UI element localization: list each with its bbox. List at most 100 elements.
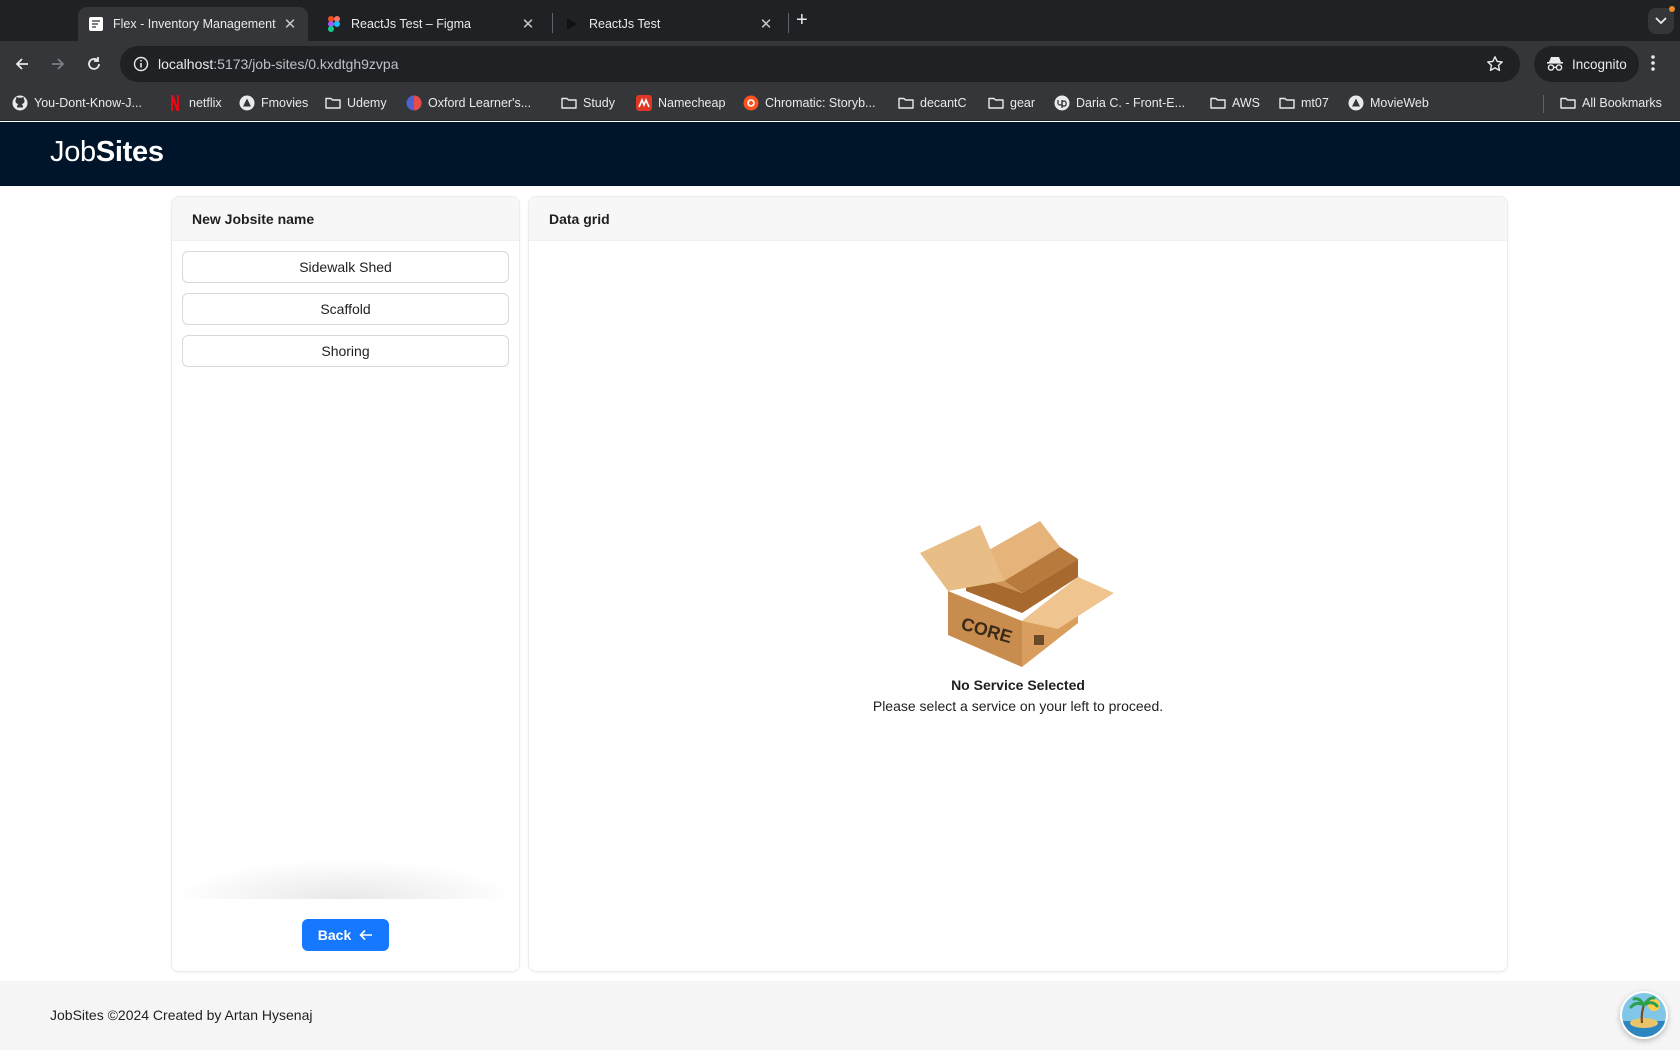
github-icon — [12, 95, 28, 111]
close-icon[interactable]: ✕ — [280, 15, 300, 33]
arrow-left-icon — [15, 58, 28, 70]
back-button-label: Back — [317, 927, 352, 943]
more-vertical-icon — [1651, 55, 1655, 71]
bookmark-item[interactable]: AWS — [1210, 95, 1260, 111]
back-nav-button[interactable] — [7, 49, 37, 79]
bookmark-label: AWS — [1232, 96, 1261, 110]
bookmark-item[interactable]: Fmovies — [239, 95, 308, 111]
all-bookmarks-button[interactable]: All Bookmarks — [1560, 95, 1662, 111]
service-panel-title: New Jobsite name — [172, 197, 519, 241]
oxford-icon — [406, 95, 422, 111]
folder-icon — [1210, 95, 1226, 111]
notification-dot — [1669, 6, 1675, 12]
bookmark-label: You-Dont-Know-J... — [34, 96, 142, 110]
browser-tab-figma[interactable]: ReactJs Test – Figma ✕ — [316, 7, 546, 41]
bookmark-item[interactable]: Chromatic: Storyb... — [743, 95, 875, 111]
service-button-shoring[interactable]: Shoring — [182, 335, 509, 367]
bookmark-label: Study — [583, 96, 615, 110]
folder-icon — [1560, 95, 1576, 111]
arrow-left-icon — [359, 929, 373, 941]
panel-shadow — [172, 859, 519, 899]
bookmark-label: Udemy — [347, 96, 387, 110]
bookmark-item[interactable]: netflix — [167, 95, 222, 111]
bookmark-item[interactable]: Daria C. - Front-E... — [1054, 95, 1185, 111]
namecheap-icon — [636, 95, 652, 111]
folder-icon — [898, 95, 914, 111]
bookmark-label: decantC — [920, 96, 967, 110]
browser-tab-flex[interactable]: Flex - Inventory Management ✕ — [78, 7, 308, 41]
data-grid-title: Data grid — [529, 197, 1507, 241]
bookmarks-separator — [1543, 95, 1544, 113]
incognito-label: Incognito — [1572, 56, 1627, 72]
star-icon[interactable] — [1486, 55, 1504, 78]
empty-box-illustration: CORE — [920, 521, 1114, 667]
bookmark-label: Namecheap — [658, 96, 726, 110]
bookmark-item[interactable]: MovieWeb — [1348, 95, 1429, 111]
url-path: :5173/job-sites/0.kxdtgh9zvpa — [213, 56, 399, 72]
reload-icon — [88, 57, 100, 70]
folder-icon — [988, 95, 1004, 111]
bookmark-label: mt07 — [1301, 96, 1329, 110]
bookmark-label: Daria C. - Front-E... — [1076, 96, 1186, 110]
bookmark-item[interactable]: Udemy — [325, 95, 387, 111]
play-icon — [564, 16, 580, 32]
bookmark-item[interactable]: decantC — [898, 95, 967, 111]
service-button-sidewalk-shed[interactable]: Sidewalk Shed — [182, 251, 509, 283]
flex-favicon — [88, 16, 104, 32]
address-bar[interactable]: localhost:5173/job-sites/0.kxdtgh9zvpa — [120, 46, 1520, 82]
bookmark-label: Oxford Learner's... — [428, 96, 532, 110]
folder-icon — [1279, 95, 1295, 111]
empty-state-description: Please select a service on your left to … — [872, 698, 1164, 714]
bookmark-label: netflix — [189, 96, 222, 110]
tab-search-button[interactable] — [1648, 8, 1674, 34]
bookmark-item[interactable]: Namecheap — [636, 95, 725, 111]
browser-tab-reactjs[interactable]: ReactJs Test ✕ — [554, 7, 784, 41]
floating-avatar-button[interactable] — [1620, 991, 1668, 1039]
chromatic-icon — [743, 95, 759, 111]
close-icon[interactable]: ✕ — [518, 15, 538, 33]
logo-light-text: Job — [50, 136, 96, 168]
folder-icon — [561, 95, 577, 111]
fmovies-icon — [239, 95, 255, 111]
bookmark-item[interactable]: You-Dont-Know-J... — [12, 95, 142, 111]
bookmark-item[interactable]: Oxford Learner's... — [406, 95, 531, 111]
chevron-down-icon — [1655, 17, 1667, 25]
figma-icon — [326, 16, 342, 32]
empty-state: CORE No Service Selected Please select a… — [529, 517, 1507, 714]
bookmark-label: Fmovies — [261, 96, 309, 110]
all-bookmarks-label: All Bookmarks — [1582, 96, 1662, 110]
close-icon[interactable]: ✕ — [756, 15, 776, 33]
movieweb-icon — [1348, 95, 1364, 111]
url-host: localhost — [158, 56, 214, 72]
bookmark-label: Chromatic: Storyb... — [765, 96, 876, 110]
tab-separator — [552, 13, 553, 33]
app-content: New Jobsite name Sidewalk Shed Scaffold … — [0, 186, 1680, 981]
app-footer: JobSites ©2024 Created by Artan Hysenaj — [0, 981, 1680, 1050]
reload-button[interactable] — [79, 49, 109, 79]
service-button-scaffold[interactable]: Scaffold — [182, 293, 509, 325]
service-panel: New Jobsite name Sidewalk Shed Scaffold … — [171, 196, 520, 972]
empty-state-title: No Service Selected — [951, 677, 1085, 693]
site-info-icon[interactable] — [124, 56, 158, 72]
bookmark-item[interactable]: mt07 — [1279, 95, 1329, 111]
bookmark-label: gear — [1010, 96, 1036, 110]
data-grid-panel: Data grid CORE No Service Selected Pleas… — [528, 196, 1508, 972]
browser-tab-bar: Flex - Inventory Management ✕ ReactJs Te… — [0, 0, 1680, 41]
app-header: JobSites — [0, 122, 1680, 186]
back-button[interactable]: Back — [301, 919, 390, 951]
folder-icon — [325, 95, 341, 111]
app-logo[interactable]: JobSites — [50, 136, 164, 169]
service-panel-footer: Back — [172, 899, 519, 971]
bookmark-item[interactable]: Study — [561, 95, 615, 111]
bookmark-item[interactable]: gear — [988, 95, 1035, 111]
upwork-icon — [1054, 95, 1070, 111]
tab-title: ReactJs Test – Figma — [351, 17, 471, 31]
incognito-indicator[interactable]: Incognito — [1534, 46, 1639, 82]
island-avatar-icon — [1622, 993, 1666, 1037]
browser-menu-button[interactable] — [1650, 53, 1656, 78]
bookmark-label: MovieWeb — [1370, 96, 1429, 110]
url-text: localhost:5173/job-sites/0.kxdtgh9zvpa — [158, 56, 399, 72]
new-tab-button[interactable]: + — [796, 10, 808, 30]
forward-nav-button[interactable] — [43, 49, 73, 79]
netflix-icon — [167, 95, 183, 111]
